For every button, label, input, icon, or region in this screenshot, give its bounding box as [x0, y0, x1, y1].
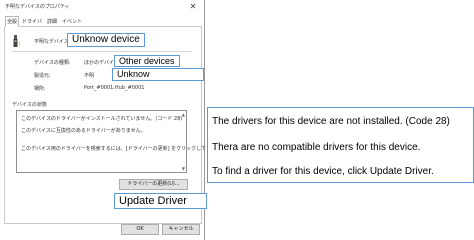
update-driver-button[interactable]: ドライバーの更新(U)...: [119, 179, 188, 190]
manufacturer-label: 製造元:: [34, 73, 51, 79]
unknown-device-icon: ?: [13, 35, 21, 47]
close-icon[interactable]: ✕: [184, 1, 202, 12]
callout-update-driver: Update Driver: [114, 193, 207, 209]
tab-general[interactable]: 全般: [5, 16, 19, 27]
manufacturer-value: 不明: [84, 73, 95, 79]
status-line-1: このデバイスのドライバーがインストールされていません。(コード 28): [21, 116, 183, 122]
status-line-2: このデバイスに互換性のあるドライバーがありません。: [21, 128, 146, 134]
svg-text:?: ?: [18, 42, 21, 47]
window-title: 不明なデバイスのプロパティ: [5, 4, 70, 10]
device-status-label: デバイスの状態: [12, 102, 47, 108]
callout-device-name: Unknow device: [67, 33, 145, 47]
scroll-up-icon[interactable]: ▲: [182, 112, 185, 117]
location-label: 場所:: [34, 86, 46, 92]
scroll-down-icon[interactable]: ▼: [182, 166, 185, 171]
title-bar: 不明なデバイスのプロパティ ✕: [0, 0, 205, 14]
info-line-2: Thera are no compatible drivers for this…: [212, 142, 421, 153]
callout-device-type: Other devices: [114, 55, 180, 67]
info-line-1: The drivers for this device are not inst…: [212, 116, 450, 127]
location-value: Port_#0001.Hub_#0001: [84, 85, 145, 91]
device-name: 不明なデバイス: [34, 39, 69, 45]
divider: [12, 51, 192, 52]
translation-panel: The drivers for this device are not inst…: [207, 107, 474, 183]
device-type-label: デバイスの種類:: [34, 60, 71, 66]
device-status-textbox[interactable]: このデバイスのドライバーがインストールされていません。(コード 28) このデバ…: [16, 110, 231, 173]
info-line-3: To find a driver for this device, click …: [212, 166, 434, 177]
callout-manufacturer: Unknow: [112, 68, 204, 81]
status-line-3: このデバイス用のドライバーを検索するには、[ドライバーの更新] をクリックしてく…: [21, 146, 231, 152]
cancel-button[interactable]: キャンセル: [162, 224, 200, 235]
ok-button[interactable]: OK: [121, 224, 159, 235]
